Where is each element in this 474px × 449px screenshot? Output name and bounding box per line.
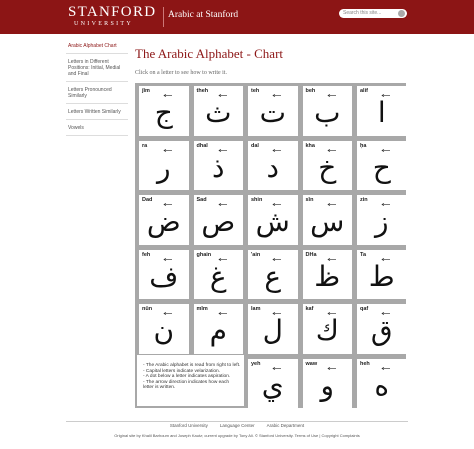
letter-cell[interactable]: ra ر bbox=[139, 140, 189, 190]
letter-cell[interactable]: Dad ض bbox=[139, 195, 189, 245]
footer-divider bbox=[66, 421, 408, 422]
letter-glyph: و bbox=[320, 368, 335, 402]
letter-cell[interactable]: feh ف bbox=[139, 249, 189, 299]
letter-glyph: خ bbox=[318, 150, 337, 184]
letter-cell[interactable]: sīn س bbox=[302, 195, 352, 245]
letter-cell[interactable]: theh ث bbox=[193, 86, 243, 136]
letter-glyph: ذ bbox=[212, 150, 225, 184]
letter-glyph: ل bbox=[262, 314, 283, 347]
instruction-text: Click on a letter to see how to write it… bbox=[135, 70, 227, 76]
letter-glyph: ه bbox=[374, 368, 390, 402]
letter-cell[interactable]: mīm م bbox=[193, 304, 243, 354]
letter-glyph: م bbox=[209, 314, 227, 347]
sidebar-item[interactable]: Letters Written Similarly bbox=[66, 107, 128, 120]
letter-cell[interactable]: ḥa ح bbox=[357, 140, 407, 190]
letter-cell[interactable]: Sad ص bbox=[193, 195, 243, 245]
logo-subtitle: UNIVERSITY bbox=[74, 21, 133, 27]
letter-cell[interactable]: DHa ظ bbox=[302, 249, 352, 299]
letter-cell[interactable]: zin ز bbox=[357, 195, 407, 245]
letter-cell[interactable]: nūn ن bbox=[139, 304, 189, 354]
letter-glyph: ا bbox=[377, 96, 386, 129]
letter-cell[interactable]: ghain غ bbox=[193, 249, 243, 299]
footer-links: Stanford University Language Center Arabic… bbox=[0, 423, 474, 428]
footer-link[interactable]: Stanford University bbox=[170, 423, 208, 428]
sidebar-item[interactable]: Letters Pronounced Similarly bbox=[66, 85, 128, 104]
note-line: - A dot below a letter indicates aspirat… bbox=[143, 374, 231, 380]
letter-cell[interactable]: teh ت bbox=[248, 86, 298, 136]
sidebar-item[interactable]: Letters in Different Positions: Initial,… bbox=[66, 57, 128, 82]
page-title: The Arabic Alphabet - Chart bbox=[135, 46, 284, 61]
letter-glyph: ب bbox=[314, 96, 341, 129]
letter-glyph: ف bbox=[149, 259, 179, 293]
letter-glyph: غ bbox=[209, 259, 227, 293]
sidebar-item[interactable]: Vowels bbox=[66, 123, 128, 136]
letter-glyph: ض bbox=[146, 205, 181, 238]
site-title[interactable]: Arabic at Stanford bbox=[168, 10, 238, 20]
letter-cell[interactable]: heh ه bbox=[357, 358, 407, 408]
letter-cell[interactable]: waw و bbox=[302, 358, 352, 408]
letter-cell[interactable]: jīm ج bbox=[139, 86, 189, 136]
chart-notes: - The Arabic alphabet is read from right… bbox=[137, 355, 244, 406]
letter-cell[interactable]: dhal ذ bbox=[193, 140, 243, 190]
letter-glyph: س bbox=[310, 205, 345, 238]
letter-cell[interactable]: 'ain ع bbox=[248, 249, 298, 299]
header-divider bbox=[163, 7, 164, 27]
letter-cell[interactable]: beh ب bbox=[302, 86, 352, 136]
letter-cell[interactable]: yeh ي bbox=[248, 358, 298, 408]
note-line: - The Arabic alphabet is read from right… bbox=[143, 363, 241, 368]
letter-glyph: ع bbox=[264, 259, 282, 293]
letter-glyph: ن bbox=[153, 314, 175, 347]
letter-cell[interactable]: Ta ط bbox=[357, 249, 407, 299]
sidebar-nav: Arabic Alphabet Chart Letters in Differen… bbox=[66, 41, 128, 139]
letter-glyph: ت bbox=[259, 96, 286, 129]
letter-glyph: ي bbox=[261, 368, 284, 402]
letter-glyph: د bbox=[266, 150, 279, 184]
sidebar-item[interactable]: Arabic Alphabet Chart bbox=[66, 41, 128, 54]
letter-glyph: ظ bbox=[314, 259, 341, 293]
letter-cell[interactable]: shin ش bbox=[248, 195, 298, 245]
letter-glyph: ج bbox=[154, 96, 173, 129]
letter-glyph: ز bbox=[374, 205, 389, 238]
site-header: STANFORD UNIVERSITY Arabic at Stanford S… bbox=[0, 0, 474, 34]
letter-glyph: ق bbox=[370, 314, 393, 347]
search-placeholder: Search this site... bbox=[343, 10, 382, 16]
letter-cell[interactable]: qaf ق bbox=[357, 304, 407, 354]
letter-glyph: ط bbox=[368, 259, 395, 293]
letter-glyph: ك bbox=[315, 314, 339, 347]
letter-cell[interactable]: kha خ bbox=[302, 140, 352, 190]
letter-cell[interactable]: alif ا bbox=[357, 86, 407, 136]
footer-link[interactable]: Language Center bbox=[220, 423, 255, 428]
letter-glyph: ر bbox=[156, 150, 171, 184]
letter-glyph: ش bbox=[255, 205, 290, 238]
letter-glyph: ث bbox=[205, 96, 232, 129]
letter-cell[interactable]: kaf ك bbox=[302, 304, 352, 354]
letter-cell[interactable]: lam ل bbox=[248, 304, 298, 354]
stanford-logo[interactable]: STANFORD UNIVERSITY bbox=[68, 5, 160, 29]
search-input[interactable]: Search this site... bbox=[339, 9, 407, 18]
note-line: - The arrow direction indicates how each… bbox=[143, 379, 230, 391]
letter-cell[interactable]: dal د bbox=[248, 140, 298, 190]
footer-credits: Original site by Khalil Barhoum and Jose… bbox=[114, 433, 360, 438]
letter-glyph: ح bbox=[372, 150, 391, 184]
logo-wordmark: STANFORD bbox=[68, 4, 157, 20]
search-icon[interactable] bbox=[398, 10, 405, 17]
letter-glyph: ص bbox=[201, 205, 236, 238]
footer-link[interactable]: Arabic Department bbox=[267, 423, 305, 428]
